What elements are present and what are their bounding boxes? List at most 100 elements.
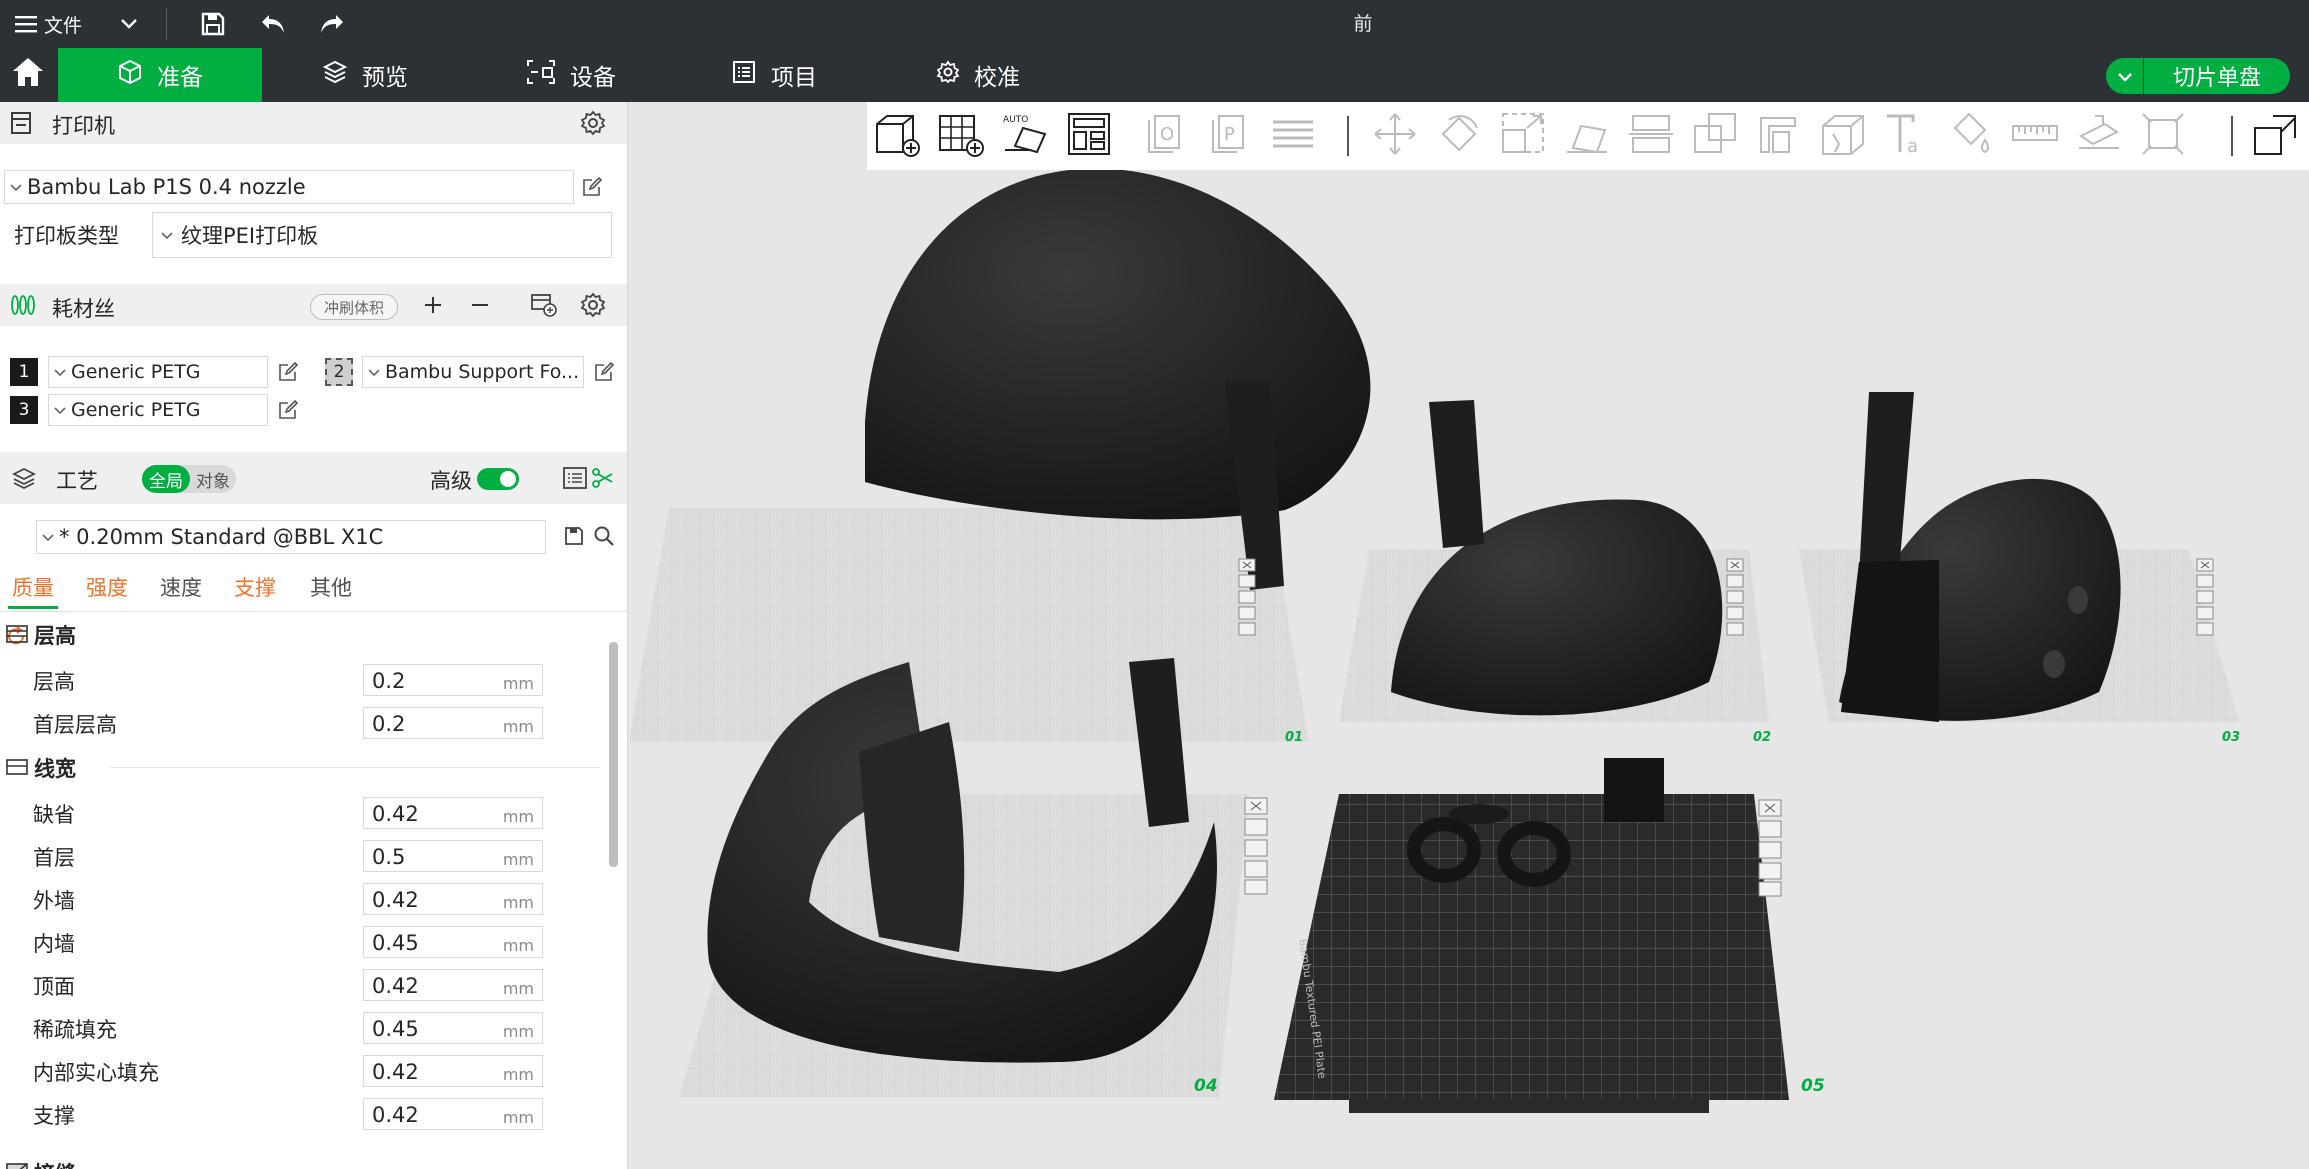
plate-type-select[interactable]: 纹理PEI打印板 (152, 212, 612, 258)
filament-settings-gear-icon[interactable] (580, 292, 606, 322)
filament-slot-1-select[interactable]: Generic PETG (48, 356, 268, 388)
split-objects-tool[interactable]: O (1139, 110, 1191, 162)
split-to-plates-tool[interactable] (2249, 110, 2301, 162)
plate-03-controls[interactable] (2195, 557, 2215, 637)
save-preset-icon[interactable] (562, 524, 586, 548)
plate-label-01[interactable]: 01 (1285, 730, 1303, 745)
plate-label-04[interactable]: 04 (1194, 1076, 1218, 1096)
plate-05[interactable] (1274, 794, 1789, 1113)
file-menu[interactable]: 文件 (14, 0, 90, 48)
scope-global-option[interactable]: 全局 (142, 465, 190, 493)
measure-tool[interactable] (2009, 110, 2061, 162)
tab-speed[interactable]: 速度 (160, 572, 202, 602)
arrange-tool[interactable] (1063, 110, 1115, 162)
scope-object-label: 对象 (196, 471, 230, 492)
plate-01[interactable] (629, 508, 1309, 742)
split-parts-tool[interactable]: P (1203, 110, 1255, 162)
add-object-tool[interactable] (871, 110, 923, 162)
edit-filament-3-icon[interactable] (276, 398, 300, 422)
inner-wall-line-width-input[interactable]: 0.45 mm (363, 926, 543, 958)
tab-preview[interactable]: 预览 (322, 48, 442, 102)
home-button[interactable] (0, 48, 56, 102)
assembly-tool[interactable] (2073, 110, 2125, 162)
tab-prepare[interactable]: 准备 (58, 48, 262, 102)
support-line-width-input[interactable]: 0.42 mm (363, 1098, 543, 1130)
search-icon[interactable] (592, 524, 616, 548)
filament-slot-1-badge[interactable]: 1 (10, 358, 38, 386)
group-line-width: 线宽 (0, 749, 600, 785)
tab-quality[interactable]: 质量 (12, 572, 54, 602)
plate-label-02[interactable]: 02 (1753, 730, 1771, 745)
edit-filament-1-icon[interactable] (276, 360, 300, 384)
fit-view-tool[interactable] (2137, 110, 2189, 162)
plate-01-controls[interactable] (1237, 557, 1257, 637)
plate-02-controls[interactable] (1725, 557, 1745, 637)
printer-icon (10, 111, 32, 139)
initial-layer-line-width-input[interactable]: 0.5 mm (363, 840, 543, 872)
color-paint-tool[interactable] (1945, 110, 1997, 162)
tab-others[interactable]: 其他 (310, 572, 352, 602)
undo-button[interactable] (255, 0, 291, 48)
support-paint-tool[interactable] (1753, 110, 1805, 162)
plate-label-03[interactable]: 03 (2222, 730, 2240, 745)
input-value: 0.42 (372, 1060, 419, 1084)
plate-05-controls[interactable] (1757, 798, 1783, 898)
slice-plate-button[interactable]: 切片单盘 (2106, 58, 2290, 94)
scope-object-option[interactable]: 对象 (190, 465, 236, 493)
parameter-list-icon[interactable] (562, 466, 588, 494)
boolean-tool[interactable] (1689, 110, 1741, 162)
tab-calibration[interactable]: 校准 (936, 48, 1056, 102)
tab-support[interactable]: 支撑 (234, 572, 276, 602)
3d-viewport[interactable]: 01 02 03 04 05 Bambu Textured PEI Plate (629, 102, 2309, 1169)
remove-filament-icon[interactable] (469, 294, 491, 320)
outer-wall-line-width-input[interactable]: 0.42 mm (363, 883, 543, 915)
initial-layer-height-input[interactable]: 0.2 mm (363, 707, 543, 739)
scope-toggle[interactable]: 全局 对象 (142, 465, 236, 493)
top-surface-line-width-input[interactable]: 0.42 mm (363, 969, 543, 1001)
lay-on-face-tool[interactable] (1561, 110, 1613, 162)
advanced-toggle-switch[interactable] (477, 468, 519, 490)
edit-printer-icon[interactable] (580, 175, 604, 199)
compare-presets-icon[interactable] (590, 466, 616, 494)
chevron-down-icon (49, 368, 71, 377)
seam-paint-tool[interactable] (1817, 110, 1869, 162)
process-preset-select[interactable]: * 0.20mm Standard @BBL X1C (36, 520, 546, 554)
redo-button[interactable] (314, 0, 350, 48)
sync-ams-icon[interactable] (530, 292, 558, 322)
slice-dropdown-toggle[interactable] (2106, 58, 2144, 94)
plate-scene[interactable] (629, 102, 2309, 1169)
plate-label-05[interactable]: 05 (1801, 1076, 1825, 1096)
variable-layer-height-tool[interactable] (1267, 110, 1319, 162)
tab-project[interactable]: 项目 (731, 48, 851, 102)
printer-select[interactable]: Bambu Lab P1S 0.4 nozzle (4, 170, 574, 204)
layer-height-input[interactable]: 0.2 mm (363, 664, 543, 696)
device-icon (526, 59, 556, 91)
move-tool[interactable] (1369, 110, 1421, 162)
save-button[interactable] (196, 0, 230, 48)
auto-orient-tool[interactable]: AUTO (999, 110, 1051, 162)
sparse-infill-line-width-input[interactable]: 0.45 mm (363, 1012, 543, 1044)
tab-device[interactable]: 设备 (526, 48, 646, 102)
edit-filament-2-icon[interactable] (592, 360, 616, 384)
model-object-03[interactable] (1839, 392, 2121, 722)
internal-solid-infill-line-width-input[interactable]: 0.42 mm (363, 1055, 543, 1087)
settings-scrollbar-thumb[interactable] (609, 642, 618, 867)
printer-settings-gear-icon[interactable] (580, 110, 606, 140)
rotate-tool[interactable] (1433, 110, 1485, 162)
filament-slot-3-select[interactable]: Generic PETG (48, 394, 268, 426)
toggle-knob (500, 471, 516, 487)
menu-dropdown-button[interactable] (112, 0, 146, 48)
scale-tool[interactable] (1497, 110, 1549, 162)
filament-slot-2-select[interactable]: Bambu Support Fo... (362, 356, 584, 388)
filament-slot-3-badge[interactable]: 3 (10, 396, 38, 424)
plate-04-controls[interactable] (1243, 796, 1269, 896)
default-line-width-input[interactable]: 0.42 mm (363, 797, 543, 829)
tab-strength[interactable]: 强度 (86, 572, 128, 602)
filament-slot-2-badge[interactable]: 2 (325, 358, 353, 386)
flush-volume-button[interactable]: 冲刷体积 (310, 294, 398, 320)
text-tool[interactable]: a (1881, 110, 1933, 162)
add-plate-tool[interactable] (935, 110, 987, 162)
cube-icon (117, 59, 143, 91)
cut-tool[interactable] (1625, 110, 1677, 162)
add-filament-icon[interactable] (422, 294, 444, 320)
